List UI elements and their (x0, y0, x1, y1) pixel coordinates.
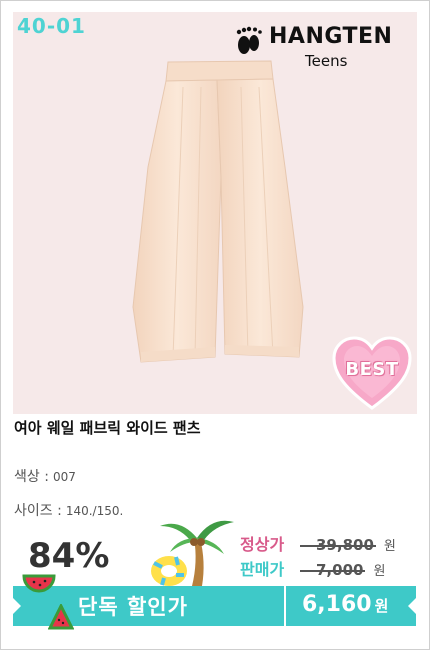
product-image[interactable]: 40-01 HANGTEN Teens BEST (13, 12, 417, 414)
regular-price-row: 정상가 39,800 원 (240, 531, 396, 555)
size-label: 사이즈 : (14, 503, 62, 519)
product-title[interactable]: 여아 웨일 패브릭 와이드 팬츠 (14, 417, 201, 438)
footprint-icon (236, 26, 262, 54)
size-value: 140./150. (65, 504, 124, 518)
sale-price-row: 판매가 7,000 원 (240, 556, 385, 580)
banner-notch-right (408, 598, 416, 614)
sale-price: 7,000 (299, 561, 366, 579)
banner-notch-left (13, 598, 21, 614)
final-price: 6,160 원 (302, 592, 388, 617)
sale-currency: 원 (373, 564, 386, 579)
final-price-value: 6,160 (302, 592, 372, 617)
brand-name: HANGTEN (269, 24, 393, 49)
discount-percent: 84% (28, 536, 110, 576)
regular-currency: 원 (383, 539, 396, 554)
pants-illustration (132, 60, 304, 363)
watermelon-icon (22, 574, 56, 593)
final-price-currency: 원 (374, 597, 389, 615)
watermelon-slice-icon (48, 604, 74, 630)
product-code: 40-01 (17, 14, 86, 38)
color-option: 색상 :007 (14, 466, 76, 486)
best-badge: BEST (332, 336, 412, 412)
size-option: 사이즈 :140./150. (14, 500, 123, 520)
swim-ring-icon (151, 556, 187, 586)
color-value: 007 (52, 470, 76, 484)
regular-price: 39,800 (300, 536, 376, 554)
regular-price-label: 정상가 (240, 535, 285, 554)
best-badge-label: BEST (345, 359, 399, 380)
color-label: 색상 : (14, 469, 49, 485)
promo-label: 단독 할인가 (78, 595, 188, 619)
sale-price-label: 판매가 (240, 560, 285, 579)
